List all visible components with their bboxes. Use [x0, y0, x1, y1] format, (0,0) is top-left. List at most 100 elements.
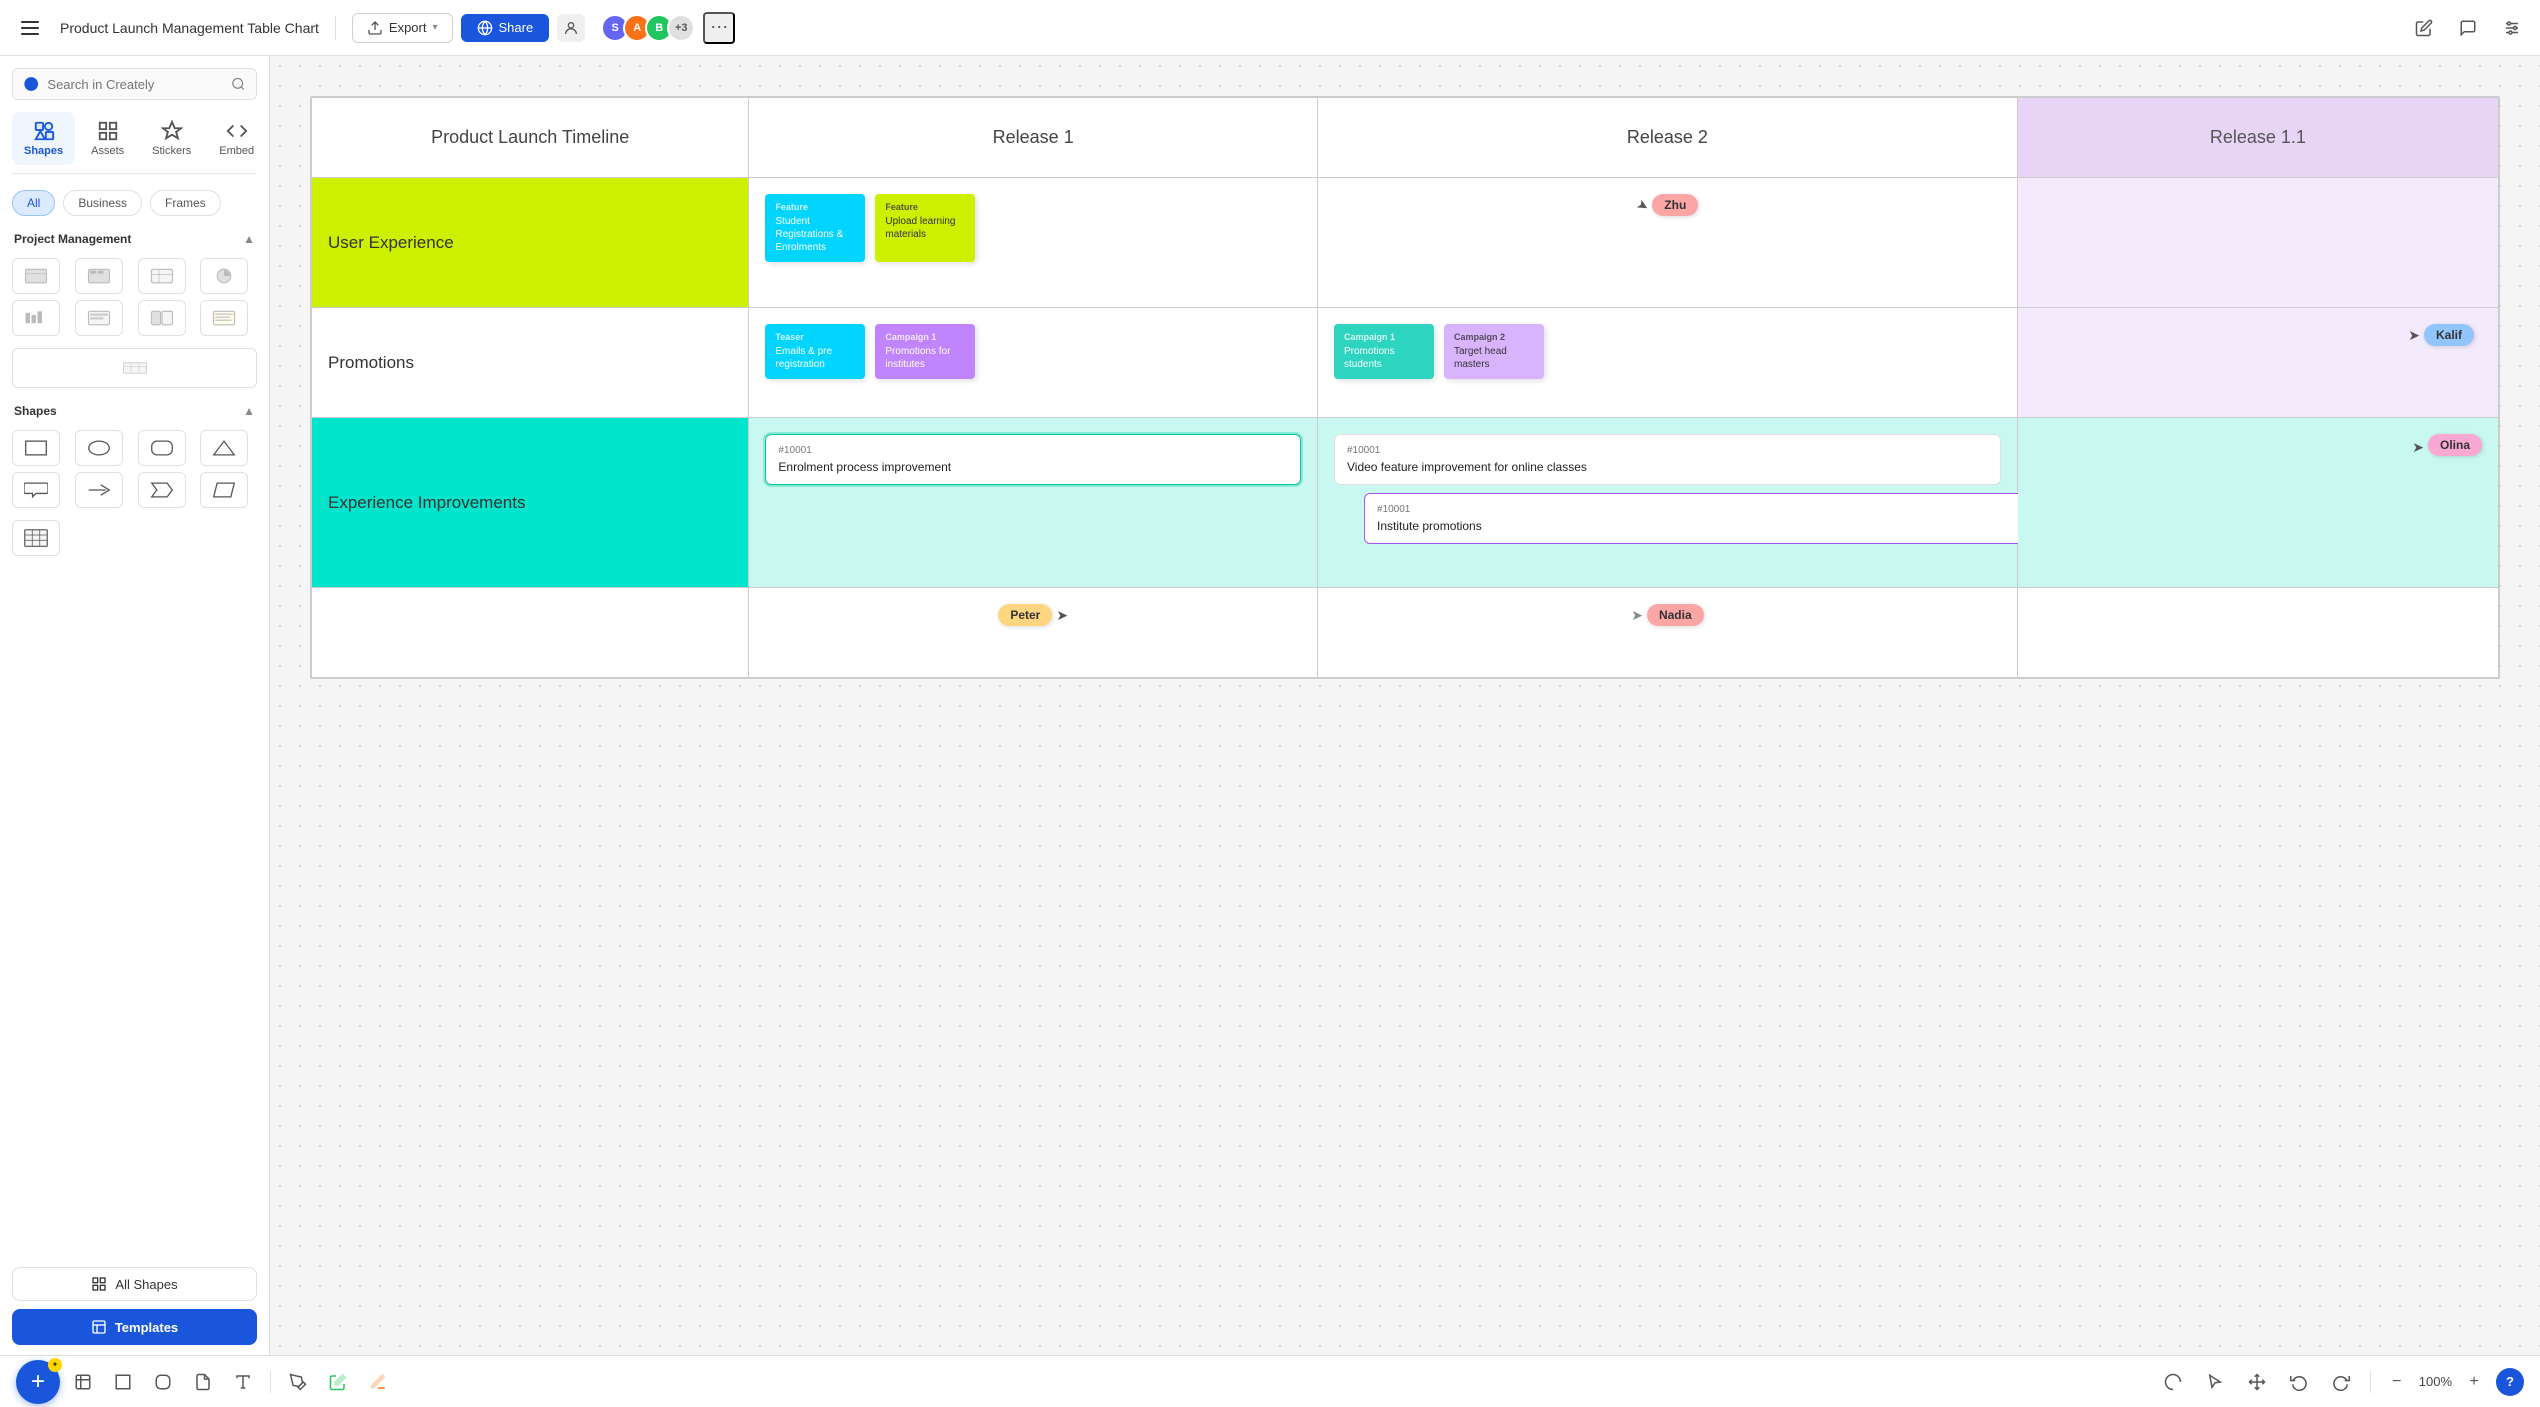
- zoom-in-button[interactable]: +: [2460, 1368, 2488, 1396]
- more-options-button[interactable]: ⋯: [703, 12, 735, 44]
- basic-shapes-grid: [0, 426, 269, 516]
- experience-tickets-container: #10001 Video feature improvement for onl…: [1334, 434, 2001, 544]
- pm-shape-4[interactable]: [200, 258, 248, 294]
- promotions-release2-cell: Campaign 1 Promotions students Campaign …: [1318, 308, 2018, 418]
- rounded-rect-tool[interactable]: [146, 1365, 180, 1399]
- ticket-video[interactable]: #10001 Video feature improvement for onl…: [1334, 434, 2001, 485]
- sticky-promo-3[interactable]: Campaign 1 Promotions students: [1334, 324, 1434, 379]
- shapes-collapse-icon[interactable]: ▲: [243, 404, 255, 418]
- ux-label-cell: User Experience: [312, 178, 749, 308]
- table-row-experience: Experience Improvements #10001 Enrolment…: [312, 418, 2499, 588]
- nav-shapes[interactable]: Shapes: [12, 112, 75, 165]
- pm-shape-1[interactable]: [12, 258, 60, 294]
- zhu-name: Zhu: [1664, 198, 1686, 212]
- pm-shape-2[interactable]: [75, 258, 123, 294]
- table-row-promotions: Promotions Teaser Emails & pre registrat…: [312, 308, 2499, 418]
- ticket-institute[interactable]: #10001 Institute promotions: [1364, 493, 2031, 544]
- nav-assets[interactable]: Assets: [79, 112, 136, 165]
- redo-button[interactable]: [2324, 1365, 2358, 1399]
- move-tool[interactable]: [2240, 1365, 2274, 1399]
- zoom-level: 100%: [2419, 1374, 2452, 1389]
- ellipse-shape[interactable]: [75, 430, 123, 466]
- highlighter-tool[interactable]: [361, 1365, 395, 1399]
- sticky-ux-1[interactable]: Feature Student Registrations & Enrolmen…: [765, 194, 865, 262]
- chevron-shape[interactable]: [138, 472, 186, 508]
- peter-bubble: Peter: [998, 604, 1052, 626]
- pm-shape-6[interactable]: [75, 300, 123, 336]
- sticky-promo-4[interactable]: Campaign 2 Target head masters: [1444, 324, 1544, 379]
- share-button[interactable]: Share: [461, 14, 550, 42]
- sticky-promo-1[interactable]: Teaser Emails & pre registration: [765, 324, 865, 379]
- speech-bubble-shape[interactable]: [12, 472, 60, 508]
- table-shape-row: [0, 344, 269, 396]
- sticky-promo-2[interactable]: Campaign 1 Promotions for institutes: [875, 324, 975, 379]
- filter-frames[interactable]: Frames: [150, 190, 221, 216]
- settings-icon-button[interactable]: [2496, 12, 2528, 44]
- bottom-release11-cell: [2017, 588, 2498, 678]
- table-shape-2[interactable]: [12, 520, 60, 556]
- bottom-release1-cell: Peter ➤: [749, 588, 1318, 678]
- header-release1-label: Release 1: [993, 127, 1074, 147]
- lasso-tool[interactable]: [2156, 1365, 2190, 1399]
- rect-shape[interactable]: [12, 430, 60, 466]
- comment-icon-button[interactable]: [2452, 12, 2484, 44]
- sticky-ux-1-text: Student Registrations & Enrolments: [775, 215, 855, 254]
- nav-assets-label: Assets: [91, 145, 124, 157]
- pm-shape-3[interactable]: [138, 258, 186, 294]
- sticky-promo-2-tag: Campaign 1: [885, 332, 965, 342]
- templates-icon: [91, 1319, 107, 1335]
- rounded-rect-shape[interactable]: [138, 430, 186, 466]
- add-button[interactable]: + ✦: [16, 1360, 60, 1404]
- header-timeline-label: Product Launch Timeline: [431, 127, 629, 147]
- export-button[interactable]: Export ▾: [352, 13, 453, 43]
- bottom-release2-cell: ➤ Nadia: [1318, 588, 2018, 678]
- table-shape[interactable]: [12, 348, 257, 388]
- help-button[interactable]: ?: [2496, 1368, 2524, 1396]
- promotions-release1-cell: Teaser Emails & pre registration Campaig…: [749, 308, 1318, 418]
- sticky-ux-2[interactable]: Feature Upload learning materials: [875, 194, 975, 262]
- all-shapes-button[interactable]: All Shapes: [12, 1267, 257, 1301]
- sticky-ux-1-tag: Feature: [775, 202, 855, 212]
- edit-icon-button[interactable]: [2408, 12, 2440, 44]
- parallelogram-shape[interactable]: [200, 472, 248, 508]
- table-header-row: Product Launch Timeline Release 1 Releas…: [312, 98, 2499, 178]
- nav-stickers[interactable]: Stickers: [140, 112, 203, 165]
- templates-button[interactable]: Templates: [12, 1309, 257, 1345]
- search-bar[interactable]: [12, 68, 257, 100]
- marker-tool[interactable]: [321, 1365, 355, 1399]
- rect-tool[interactable]: [106, 1365, 140, 1399]
- promotions-label: Promotions: [328, 353, 414, 372]
- nav-embed[interactable]: Embed: [207, 112, 266, 165]
- globe-icon: [477, 20, 493, 36]
- search-input[interactable]: [47, 77, 223, 92]
- triangle-shape[interactable]: [200, 430, 248, 466]
- filter-row: All Business Frames: [0, 182, 269, 224]
- pm-shape-5[interactable]: [12, 300, 60, 336]
- ticket-enrolment[interactable]: #10001 Enrolment process improvement: [765, 434, 1301, 485]
- pointer-tool[interactable]: [2198, 1365, 2232, 1399]
- sticky-tool[interactable]: [186, 1365, 220, 1399]
- header-timeline: Product Launch Timeline: [312, 98, 749, 178]
- shapes-icon: [33, 120, 55, 142]
- filter-business[interactable]: Business: [63, 190, 142, 216]
- pm-shape-8[interactable]: [200, 300, 248, 336]
- shapes-section-label: Shapes: [14, 404, 57, 418]
- zhu-bubble: Zhu: [1652, 194, 1698, 216]
- filter-all[interactable]: All: [12, 190, 55, 216]
- table-shape-row2: [0, 516, 269, 564]
- experience-release1-cell: #10001 Enrolment process improvement: [749, 418, 1318, 588]
- undo-button[interactable]: [2282, 1365, 2316, 1399]
- canvas-area[interactable]: Product Launch Timeline Release 1 Releas…: [270, 56, 2540, 1355]
- menu-button[interactable]: [12, 10, 48, 46]
- pen-tool[interactable]: [281, 1365, 315, 1399]
- cursor-icon: ➤: [1633, 195, 1652, 216]
- collapse-icon[interactable]: ▲: [243, 232, 255, 246]
- collaborator-icon[interactable]: [557, 14, 585, 42]
- pm-shape-7[interactable]: [138, 300, 186, 336]
- text-tool[interactable]: [226, 1365, 260, 1399]
- frame-tool[interactable]: [66, 1365, 100, 1399]
- sticky-promo-2-text: Promotions for institutes: [885, 345, 965, 371]
- zoom-out-button[interactable]: −: [2383, 1368, 2411, 1396]
- arrow-shape[interactable]: [75, 472, 123, 508]
- nadia-bubble: Nadia: [1647, 604, 1704, 626]
